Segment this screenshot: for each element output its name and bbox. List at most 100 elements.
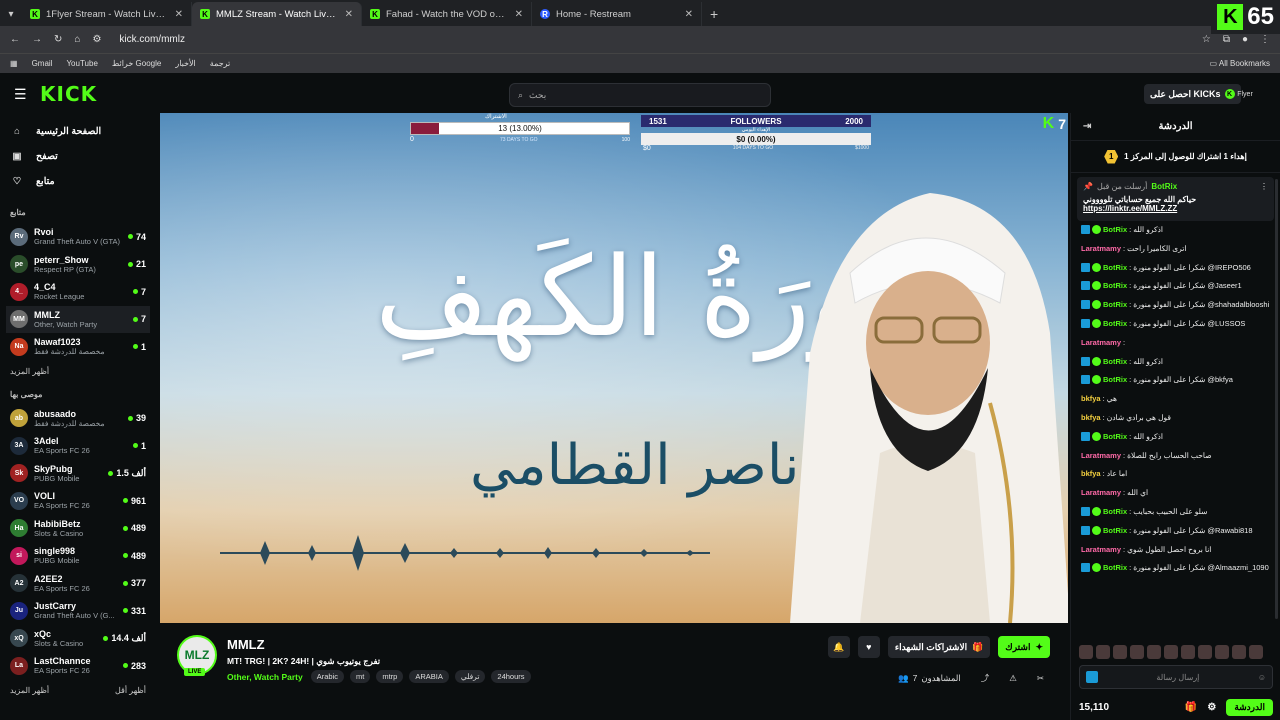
browser-tab[interactable]: R Home - Restream ✕ [532, 2, 702, 26]
chat-username[interactable]: bkfya [1081, 413, 1101, 422]
chat-message[interactable]: Laratmamy: انا بروح احصل الطول شوي [1081, 545, 1270, 564]
hamburger-menu-icon[interactable]: ☰ [14, 86, 28, 103]
user-avatar[interactable]: Flyer [1236, 85, 1254, 103]
extensions-icon[interactable]: ⧉ [1223, 34, 1230, 45]
chat-message[interactable]: Laratmamy: صاحب الحساب رايح للصلاة [1081, 451, 1270, 470]
share-icon[interactable]: ⤴ [981, 672, 990, 684]
all-bookmarks-button[interactable]: ▭ All Bookmarks [1210, 59, 1270, 68]
channel-item[interactable]: Sk SkyPubg PUBG Mobile 1.5 ألف [10, 460, 146, 488]
chat-username[interactable]: Laratmamy [1081, 451, 1121, 460]
home-icon[interactable]: ⌂ [74, 34, 80, 45]
chat-message[interactable]: BotRix: سلو على الحبيب بحبايب [1081, 506, 1270, 526]
get-kicks-button[interactable]: احصل على KICKs K [1144, 84, 1241, 104]
forward-icon[interactable]: → [32, 34, 42, 45]
browser-tab[interactable]: K 1Flyer Stream - Watch Live on Kick ✕ [22, 2, 192, 26]
report-icon[interactable]: ⚠ [1009, 673, 1017, 684]
chat-message[interactable]: Laratmamy: اي الله [1081, 488, 1270, 507]
emote-icon[interactable] [1249, 645, 1263, 659]
chat-message[interactable]: BotRix: شكرا على الفولو منورة @shahadalbl… [1081, 300, 1270, 319]
channel-item[interactable]: si single998 PUBG Mobile 489 [10, 542, 146, 570]
bookmark-item[interactable]: Gmail [32, 59, 53, 68]
show-more-following[interactable]: أظهر المزيد [10, 367, 146, 376]
gift-subs-button[interactable]: الاشتراكات الشهداء 🎁 [887, 636, 991, 658]
chat-scrollbar[interactable] [1275, 179, 1278, 619]
chat-username[interactable]: bkfya [1081, 394, 1101, 403]
chat-username[interactable]: BotRix [1103, 375, 1127, 384]
back-icon[interactable]: ← [10, 34, 20, 45]
channel-item[interactable]: 3A 3Adel EA Sports FC 26 1 [10, 432, 146, 460]
chat-username[interactable]: BotRix [1103, 563, 1127, 572]
send-chat-button[interactable]: الدردشة [1226, 699, 1273, 716]
tab-search-icon[interactable]: ▾ [0, 2, 22, 26]
channel-item[interactable]: Na Nawaf1023 مخصصة للدردشة فقط 1 [10, 333, 146, 361]
stream-tag[interactable]: 24hours [491, 670, 531, 683]
chat-message[interactable]: BotRix: شكرا على الفولو منورة @Jaseer1 [1081, 281, 1270, 300]
chat-username[interactable]: BotRix [1103, 526, 1127, 535]
new-tab-button[interactable]: + [702, 2, 726, 26]
stream-category[interactable]: Other, Watch Party [227, 672, 303, 682]
channel-item[interactable]: Ju JustCarry Grand Theft Auto V (G... 331 [10, 597, 146, 625]
chat-username[interactable]: BotRix [1103, 507, 1127, 516]
emote-picker-icon[interactable] [1086, 671, 1098, 683]
chat-username[interactable]: BotRix [1103, 263, 1127, 272]
stream-tag[interactable]: Arabic [310, 670, 344, 683]
channel-item[interactable]: pe peterr_Show Respect RP (GTA) 21 [10, 251, 146, 279]
follow-heart-button[interactable]: ♥ [857, 636, 880, 658]
stream-tag[interactable]: ARABIA [409, 670, 449, 683]
clip-icon[interactable]: ✂ [1037, 673, 1044, 684]
chat-message[interactable]: BotRix: شكرا على الفولو منورة @Rawabi818 [1081, 525, 1270, 545]
settings-gear-icon[interactable]: ⚙ [1207, 702, 1216, 713]
chat-input[interactable]: إرسال رسالة ☺ [1079, 665, 1273, 689]
search-input[interactable]: ⌕ بحث [509, 83, 771, 107]
gift-icon[interactable]: 🎁 [1185, 702, 1197, 713]
channel-item[interactable]: ab abusaado مخصصة للدردشة فقط 39 [10, 405, 146, 433]
emote-icon[interactable] [1130, 645, 1144, 659]
pinned-link[interactable]: https://linktr.ee/MMLZ.ZZ [1083, 204, 1268, 213]
reload-icon[interactable]: ↻ [54, 34, 62, 45]
chat-message[interactable]: BotRix: شكرا على الفولو منورة @bkfya [1081, 375, 1270, 394]
channel-item[interactable]: xQ xQc Slots & Casino 14.4 ألف [10, 625, 146, 653]
channel-item[interactable]: A2 A2EE2 EA Sports FC 26 377 [10, 570, 146, 598]
chat-username[interactable]: BotRix [1103, 300, 1127, 309]
chat-username[interactable]: BotRix [1103, 281, 1127, 290]
chat-message[interactable]: bkfya: هي [1081, 394, 1270, 413]
bookmark-item[interactable]: YouTube [66, 59, 97, 68]
emote-icon[interactable] [1096, 645, 1110, 659]
profile-icon[interactable]: ● [1242, 34, 1248, 45]
chat-message[interactable]: Laratmamy: [1081, 338, 1270, 357]
url-field[interactable]: kick.com/mmlz [119, 34, 185, 45]
close-tab-icon[interactable]: ✕ [345, 9, 353, 20]
channel-item[interactable]: MM MMLZ Other, Watch Party 7 [6, 305, 150, 333]
channel-item[interactable]: La LastChannce EA Sports FC 26 283 [10, 652, 146, 680]
chat-username[interactable]: BotRix [1103, 432, 1127, 441]
nav-item[interactable]: ⌂ الصفحة الرئيسية [10, 119, 146, 144]
collapse-chat-icon[interactable]: ⇥ [1083, 121, 1091, 132]
video-player[interactable]: سُورَةُ الكَهفِ ناصر القطامي الاشتراك 13… [160, 113, 1068, 623]
chat-username[interactable]: BotRix [1103, 225, 1127, 234]
kick-extension-badge[interactable]: K 65 [1211, 0, 1280, 34]
chat-message[interactable]: BotRix: شكرا على الفولو منورة @LUSSOS [1081, 318, 1270, 338]
show-less-recommended[interactable]: أظهر أقل [115, 686, 146, 695]
chat-username[interactable]: Laratmamy [1081, 545, 1121, 554]
nav-item[interactable]: ▣ تصفح [10, 144, 146, 169]
kicks-balance[interactable]: 15,110 [1079, 702, 1109, 713]
emote-icon[interactable] [1198, 645, 1212, 659]
subscribe-button[interactable]: اشترك ✦ [998, 636, 1050, 658]
emote-icon[interactable] [1164, 645, 1178, 659]
chat-username[interactable]: bkfya [1081, 469, 1101, 478]
chat-username[interactable]: BotRix [1103, 357, 1127, 366]
show-more-recommended[interactable]: أظهر المزيد [10, 686, 49, 695]
bookmark-star-icon[interactable]: ☆ [1202, 34, 1211, 45]
pinned-message[interactable]: 📌 أرسلت من قبل BotRix ⋮ حياكم الله جميع … [1077, 177, 1274, 221]
emote-icon[interactable] [1079, 645, 1093, 659]
bookmark-item[interactable]: ترجمة [210, 59, 231, 68]
channel-item[interactable]: 4_ 4_C4 Rocket League 7 [10, 278, 146, 306]
browser-tab[interactable]: K Fahad - Watch the VOD on Kick ✕ [362, 2, 532, 26]
chat-message[interactable]: BotRix: شكرا على الفولو منورة @IREPO506 [1081, 262, 1270, 282]
more-options-icon[interactable]: ⋮ [1260, 182, 1268, 191]
channel-item[interactable]: Rv Rvoi Grand Theft Auto V (GTA) 74 [10, 223, 146, 251]
emote-icon[interactable] [1215, 645, 1229, 659]
chat-username[interactable]: Laratmamy [1081, 488, 1121, 497]
apps-grid-icon[interactable]: ▦ [10, 59, 18, 68]
menu-kebab-icon[interactable]: ⋮ [1260, 34, 1270, 45]
